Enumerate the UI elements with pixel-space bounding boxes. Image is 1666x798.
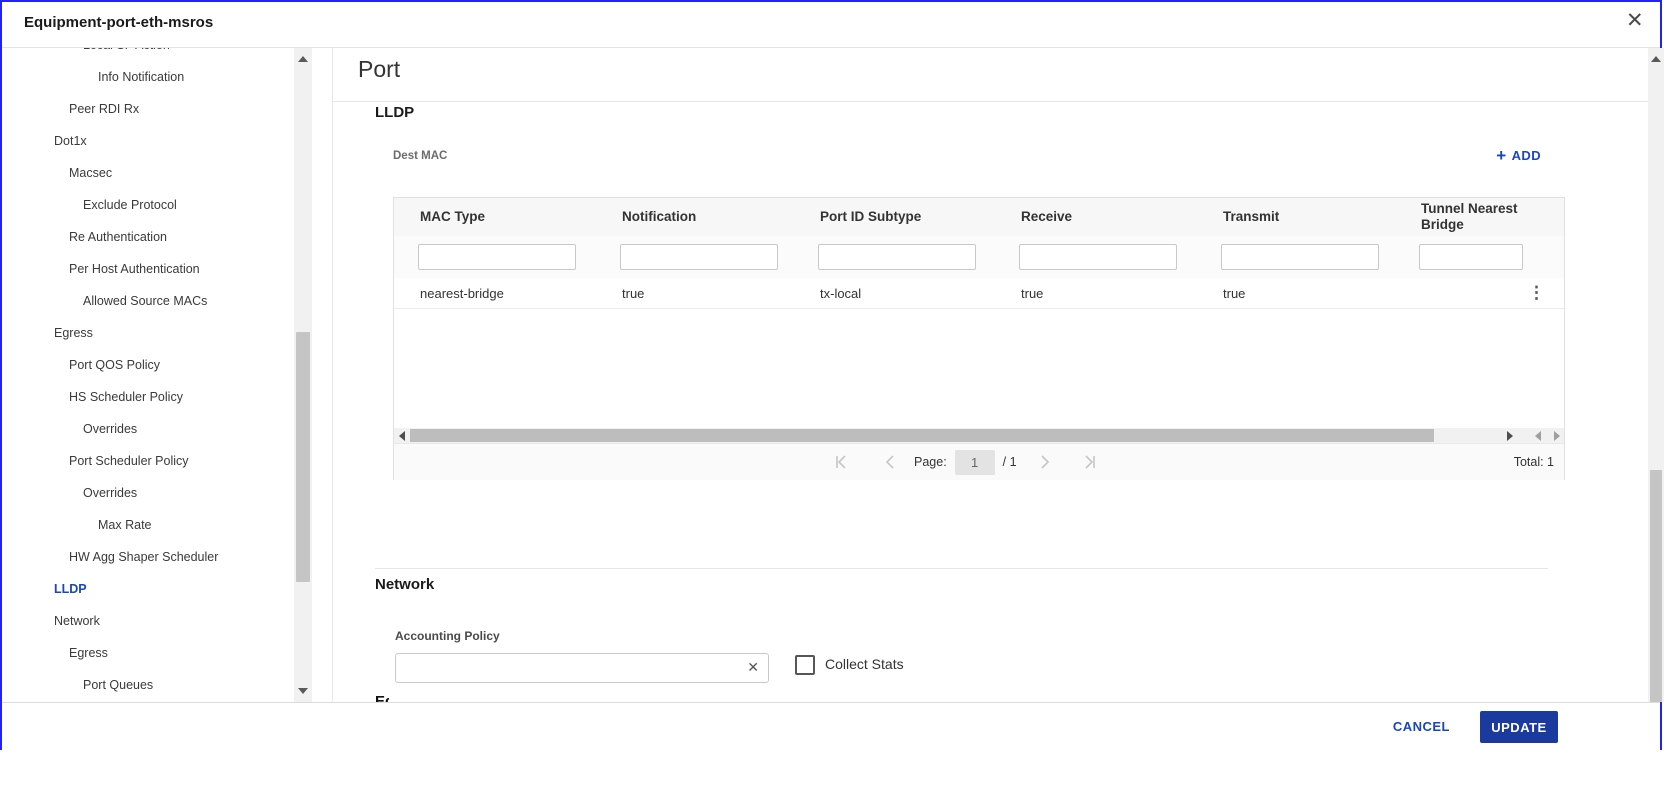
first-page-icon[interactable] [834, 455, 848, 469]
sidebar-item-per-host-authentication[interactable]: Per Host Authentication [69, 261, 200, 277]
cell-receive: true [1021, 285, 1044, 301]
table-row[interactable]: ⋮ nearest-bridge true tx-local true true [394, 278, 1564, 309]
sidebar-nav: Local SF Action Info Notification Peer RDI… [2, 48, 294, 702]
next-page-icon[interactable] [1037, 455, 1051, 469]
total-count-label: Total: 1 [1513, 455, 1554, 469]
sidebar-item-lldp[interactable]: LLDP [54, 581, 87, 597]
cell-transmit: true [1223, 285, 1246, 301]
filter-input-tunnel-nearest-bridge[interactable] [1419, 244, 1523, 270]
cell-notification: true [622, 285, 645, 301]
section-lldp-title: LLDP [375, 104, 415, 121]
screen: Equipment-port-eth-msros ✕ Local SF Acti… [0, 0, 1666, 798]
content-scrollbar-thumb[interactable] [1650, 470, 1662, 702]
partial-next-section-title: Egress [375, 694, 389, 702]
last-page-icon[interactable] [1083, 455, 1097, 469]
sidebar-item-allowed-source-macs[interactable]: Allowed Source MACs [83, 293, 207, 309]
add-button-label: ADD [1511, 148, 1541, 163]
column-scroll-right-icon[interactable] [1554, 431, 1560, 441]
dialog-titlebar: Equipment-port-eth-msros ✕ [2, 2, 1660, 48]
cell-port-id-subtype: tx-local [820, 285, 862, 301]
table-pagination-bar: Page: 1 / 1 Total: 1 [394, 443, 1564, 480]
filter-input-mac-type[interactable] [418, 244, 576, 270]
dest-mac-table: MAC Type Notification Port ID Subtype Recei… [393, 197, 1565, 480]
content-scroll-up-icon[interactable] [1651, 56, 1661, 62]
sidebar-item-max-rate[interactable]: Max Rate [98, 517, 152, 533]
update-button[interactable]: UPDATE [1480, 711, 1558, 743]
filter-input-transmit[interactable] [1221, 244, 1379, 270]
sidebar-item-hw-agg-shaper-scheduler[interactable]: HW Agg Shaper Scheduler [69, 549, 218, 565]
sidebar-item-re-authentication[interactable]: Re Authentication [69, 229, 167, 245]
sidebar-item-port-scheduler-policy[interactable]: Port Scheduler Policy [69, 453, 189, 469]
filter-input-notification[interactable] [620, 244, 778, 270]
sidebar-item-overrides[interactable]: Overrides [83, 485, 137, 501]
plus-icon: + [1496, 146, 1507, 165]
column-header-notification[interactable]: Notification [622, 198, 808, 236]
sidebar-item-port-qos-policy[interactable]: Port QOS Policy [69, 357, 160, 373]
sidebar-item-network[interactable]: Network [54, 613, 100, 629]
column-scroll-left-icon[interactable] [1535, 431, 1541, 441]
table-horizontal-scrollbar[interactable] [394, 428, 1564, 443]
accounting-policy-field[interactable] [396, 654, 768, 682]
main-content: Port LLDP Dest MAC + ADD MAC Type Notific… [332, 48, 1648, 702]
sidebar-item-dot1x[interactable]: Dot1x [54, 133, 87, 149]
network-divider [375, 568, 1548, 569]
page-title: Port [358, 56, 401, 82]
page-count-label: / 1 [1002, 455, 1017, 469]
table-filter-row [394, 236, 1564, 279]
page-label: Page: [914, 455, 947, 469]
scroll-up-icon[interactable] [298, 56, 308, 62]
column-header-port-id-subtype[interactable]: Port ID Subtype [820, 198, 1006, 236]
sidebar-item-port-queues[interactable]: Port Queues [83, 677, 153, 693]
sidebar-item-info-notification[interactable]: Info Notification [98, 69, 184, 85]
dest-mac-label: Dest MAC [393, 150, 448, 162]
column-header-transmit[interactable]: Transmit [1223, 198, 1409, 236]
sidebar-item-overrides[interactable]: Overrides [83, 421, 137, 437]
scroll-down-icon[interactable] [298, 688, 308, 694]
collect-stats-label: Collect Stats [825, 656, 904, 672]
content-scrollbar[interactable] [1648, 48, 1664, 702]
dialog-footer: CANCEL UPDATE [2, 702, 1660, 751]
cancel-button[interactable]: CANCEL [1387, 718, 1456, 735]
dialog-title: Equipment-port-eth-msros [24, 14, 214, 31]
close-icon[interactable]: ✕ [1626, 10, 1644, 31]
sidebar-scrollbar[interactable] [294, 48, 312, 702]
filter-input-port-id-subtype[interactable] [818, 244, 976, 270]
column-header-tunnel-nearest-bridge[interactable]: Tunnel Nearest Bridge [1421, 198, 1543, 236]
filter-input-receive[interactable] [1019, 244, 1177, 270]
cell-mac-type: nearest-bridge [420, 285, 504, 301]
sidebar-item-peer-rdi-rx[interactable]: Peer RDI Rx [69, 101, 139, 117]
sidebar-scrollbar-thumb[interactable] [296, 332, 310, 582]
sidebar-item-egress[interactable]: Egress [69, 645, 108, 661]
equipment-port-dialog: Equipment-port-eth-msros ✕ Local SF Acti… [0, 0, 1664, 751]
section-network-title: Network [375, 576, 435, 593]
horizontal-scrollbar-thumb[interactable] [410, 429, 1434, 442]
sidebar-item-egress[interactable]: Egress [54, 325, 93, 341]
clear-icon[interactable]: ✕ [747, 660, 759, 674]
collect-stats-checkbox[interactable] [795, 655, 815, 675]
accounting-policy-label: Accounting Policy [395, 629, 500, 643]
cell-tunnel-nearest-bridge [1421, 278, 1543, 308]
title-divider [333, 101, 1648, 102]
page-number-input[interactable]: 1 [954, 449, 995, 475]
scroll-left-icon[interactable] [399, 431, 405, 441]
previous-page-icon[interactable] [884, 455, 898, 469]
column-header-receive[interactable]: Receive [1021, 198, 1207, 236]
accounting-policy-input[interactable]: ✕ [395, 653, 769, 683]
sidebar-item-local-sf-action[interactable]: Local SF Action [83, 48, 170, 53]
sidebar-item-hs-scheduler-policy[interactable]: HS Scheduler Policy [69, 389, 183, 405]
table-header-row: MAC Type Notification Port ID Subtype Recei… [394, 198, 1564, 237]
scroll-right-icon[interactable] [1507, 431, 1513, 441]
add-button[interactable]: + ADD [1490, 146, 1547, 165]
pagination-controls: Page: 1 / 1 [834, 444, 1097, 480]
column-header-mac-type[interactable]: MAC Type [420, 198, 606, 236]
sidebar-item-macsec[interactable]: Macsec [69, 165, 112, 181]
sidebar-item-exclude-protocol[interactable]: Exclude Protocol [83, 197, 177, 213]
